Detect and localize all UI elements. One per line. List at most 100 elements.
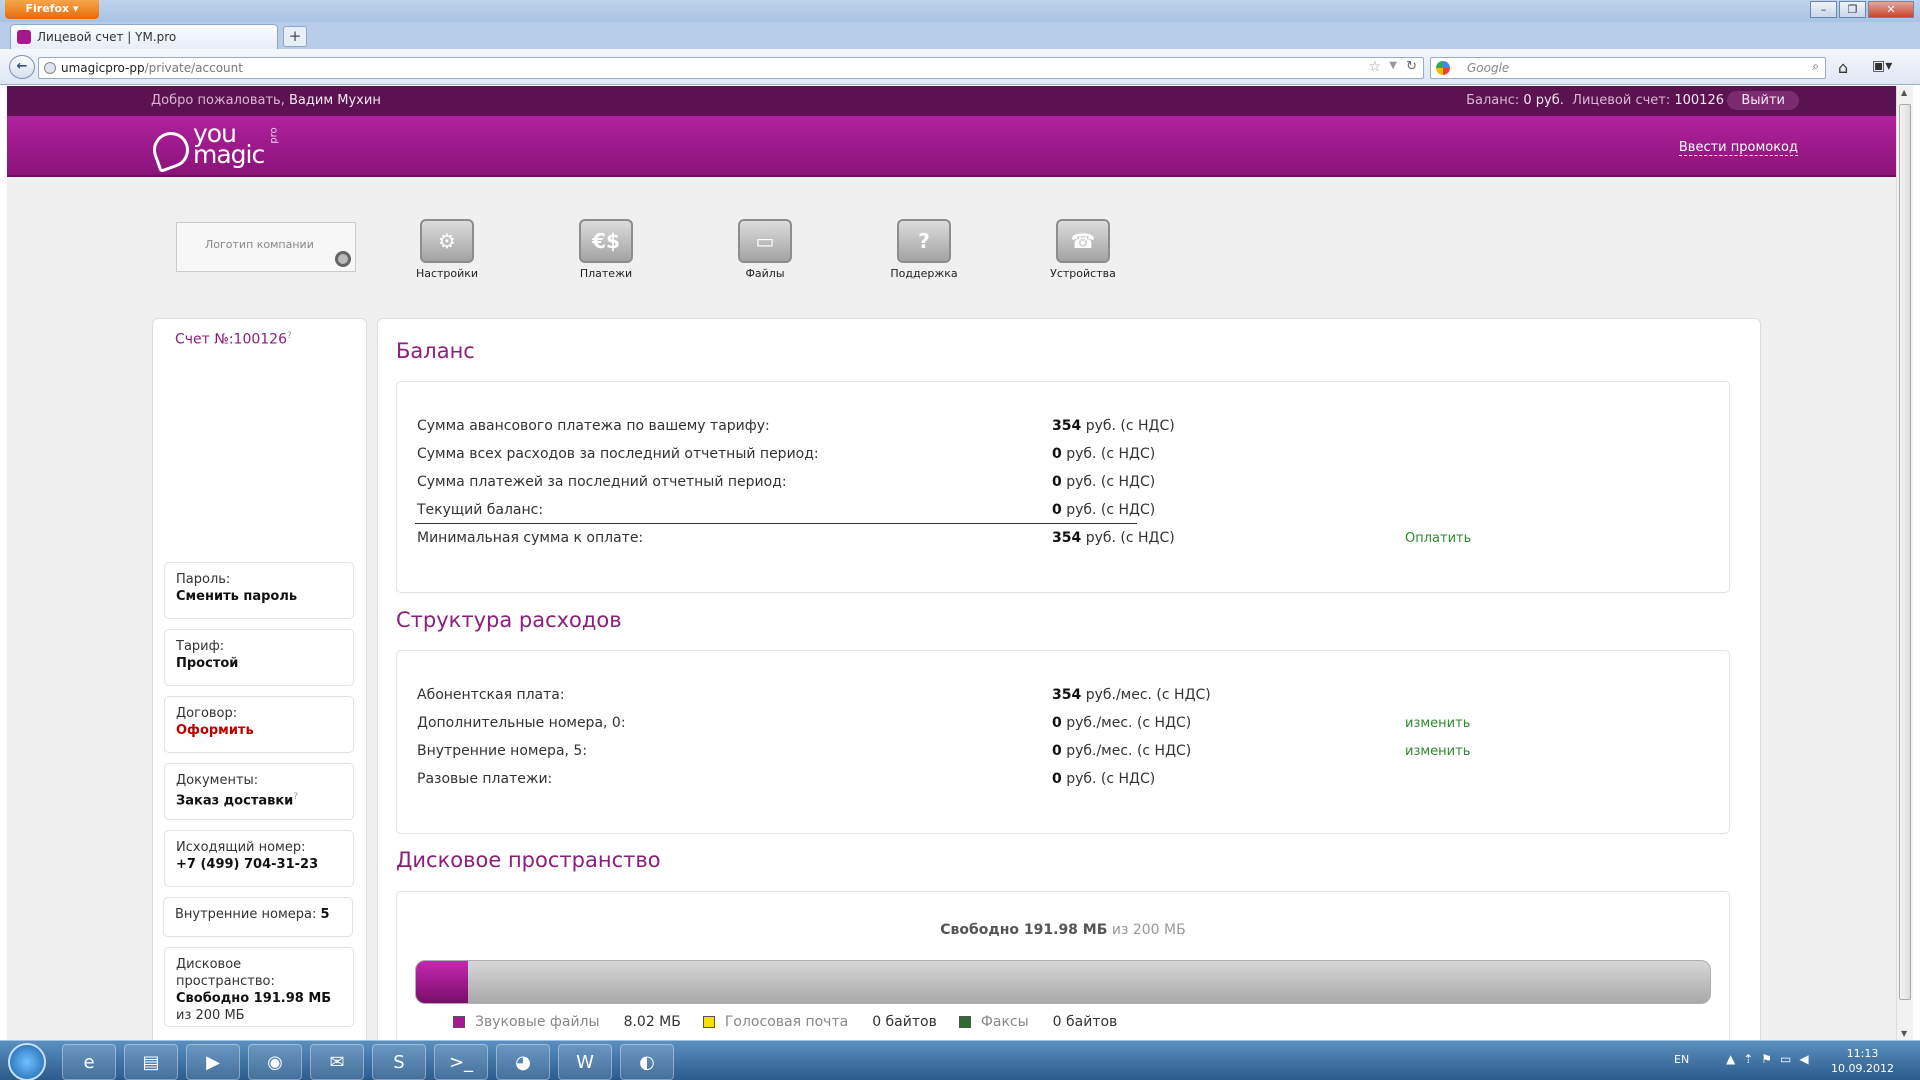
new-tab-button[interactable]: +	[283, 26, 307, 47]
legend-value: 0 байтов	[872, 1014, 937, 1030]
amount-number: 354	[1052, 530, 1082, 546]
disk-free-value: Свободно 191.98 МБ	[176, 991, 332, 1006]
change-password-link[interactable]: Сменить пароль	[176, 588, 342, 605]
change-extra-numbers-link[interactable]: изменить	[1405, 716, 1470, 731]
order-delivery-link[interactable]: Заказ доставки	[176, 793, 293, 808]
expense-row-amount: 354 руб./мес. (с НДС)	[1052, 687, 1211, 703]
terminal-icon[interactable]: >_	[434, 1044, 488, 1080]
system-tray: EN ▲⇡⚑▭◀ 11:13 10.09.2012	[1662, 1041, 1920, 1080]
start-button[interactable]	[8, 1043, 46, 1080]
scroll-up-icon[interactable]: ▲	[1901, 88, 1907, 97]
back-button[interactable]: ←	[9, 55, 35, 79]
search-bar[interactable]: Google ⌕	[1430, 57, 1826, 79]
disk-legend: Звуковые файлы 8.02 МБ Голосовая почта 0…	[453, 1014, 1117, 1030]
scroll-down-icon[interactable]: ▼	[1901, 1029, 1907, 1038]
tab-title: Лицевой счет | YM.pro	[37, 30, 177, 44]
firefox-menu-button[interactable]: Firefox ▾	[5, 0, 99, 19]
devices-phone-icon: ☎	[1056, 219, 1110, 263]
logo-settings-gear-icon[interactable]	[335, 251, 351, 267]
addons-icon[interactable]: ▣▾	[1872, 58, 1892, 74]
settings-gears-icon: ⚙	[420, 219, 474, 263]
amount-number: 0	[1052, 771, 1062, 787]
balance-row-label: Текущий баланс:	[417, 502, 544, 518]
change-internal-numbers-link[interactable]: изменить	[1405, 744, 1470, 759]
documents-label: Документы:	[176, 773, 259, 788]
company-logo-label: Логотип компании	[205, 238, 314, 251]
amount-number: 0	[1052, 715, 1062, 731]
legend-item-fax: Факсы 0 байтов	[958, 1014, 1117, 1030]
disk-card: Свободно 191.98 МБ из 200 МБ Звуковые фа…	[396, 891, 1730, 1040]
legend-item-audio: Звуковые файлы 8.02 МБ	[453, 1014, 681, 1030]
skype-icon[interactable]: S	[372, 1044, 426, 1080]
home-icon[interactable]: ⌂	[1838, 58, 1848, 77]
expense-row-amount: 0 руб. (с НДС)	[1052, 771, 1155, 787]
tab-account[interactable]: Лицевой счет | YM.pro	[10, 24, 278, 49]
amount-unit: руб./мес. (с НДС)	[1066, 715, 1192, 731]
nav-support[interactable]: ? Поддержка	[869, 219, 979, 280]
site-identity-icon[interactable]	[44, 62, 56, 74]
promo-code-link[interactable]: Ввести промокод	[1678, 140, 1798, 156]
help-icon[interactable]: ?	[287, 331, 292, 341]
scrollbar-thumb[interactable]	[1899, 104, 1911, 1000]
url-bar[interactable]: umagicpro-pp/private/account ☆ ▼ ↻	[38, 57, 1424, 79]
mail-icon[interactable]: ✉	[310, 1044, 364, 1080]
search-icon[interactable]: ⌕	[1812, 59, 1819, 74]
password-label: Пароль:	[176, 572, 231, 587]
eclipse-icon[interactable]: ◐	[620, 1044, 674, 1080]
account-value: 100126	[1674, 93, 1724, 108]
logo-text: you magic	[193, 121, 265, 167]
google-engine-icon[interactable]	[1436, 61, 1450, 75]
internet-explorer-icon[interactable]: e	[62, 1044, 116, 1080]
nav-devices[interactable]: ☎ Устройства	[1028, 219, 1138, 280]
delivery-help-icon[interactable]: ?	[293, 792, 298, 802]
company-logo-upload[interactable]: Логотип компании	[176, 222, 356, 272]
page-scrollbar[interactable]: ▲ ▼	[1896, 86, 1913, 1040]
close-window-button[interactable]: ✕	[1868, 1, 1914, 18]
maximize-button[interactable]: ❐	[1839, 1, 1866, 18]
expense-row-amount: 0 руб./мес. (с НДС)	[1052, 715, 1191, 731]
firefox-icon[interactable]: ◉	[248, 1044, 302, 1080]
github-icon[interactable]: ◕	[496, 1044, 550, 1080]
logout-button[interactable]: Выйти	[1727, 91, 1799, 110]
voicemail-swatch	[702, 1016, 715, 1028]
nav-payments[interactable]: €$ Платежи	[551, 219, 661, 280]
url-history-dropdown-icon[interactable]: ▼	[1389, 60, 1397, 71]
minimize-button[interactable]: –	[1810, 1, 1837, 18]
sidebar-item-outgoing-number: Исходящий номер: +7 (499) 704-31-23	[164, 830, 354, 887]
internal-numbers-value[interactable]: 5	[321, 907, 330, 922]
navigation-toolbar: ← umagicpro-pp/private/account ☆ ▼ ↻ Goo…	[0, 49, 1920, 85]
pay-link[interactable]: Оплатить	[1405, 531, 1471, 546]
outgoing-number-value[interactable]: +7 (499) 704-31-23	[176, 856, 342, 873]
documents-value: Заказ доставки?	[176, 789, 342, 809]
balance-row-label: Сумма всех расходов за последний отчетны…	[417, 446, 819, 462]
expense-row-label: Разовые платежи:	[417, 771, 553, 787]
nav-settings[interactable]: ⚙ Настройки	[392, 219, 502, 280]
balance-label: Баланс:	[1466, 93, 1520, 108]
media-player-icon[interactable]: ▶	[186, 1044, 240, 1080]
account-summary: Баланс: 0 руб. Лицевой счет: 100126	[1466, 93, 1724, 108]
amount-number: 0	[1052, 743, 1062, 759]
site-header: you magic pro Ввести промокод	[7, 116, 1896, 177]
tray-icons[interactable]: ▲⇡⚑▭◀	[1726, 1052, 1817, 1066]
account-sidebar: Счет №:100126? Пароль: Сменить пароль Та…	[152, 318, 367, 1040]
welcome-text: Добро пожаловать, Вадим Мухин	[151, 93, 381, 108]
language-indicator[interactable]: EN	[1674, 1053, 1689, 1066]
reload-icon[interactable]: ↻	[1406, 59, 1417, 74]
word-icon[interactable]: W	[558, 1044, 612, 1080]
bookmark-star-icon[interactable]: ☆	[1368, 59, 1381, 75]
file-explorer-icon[interactable]: ▤	[124, 1044, 178, 1080]
sidebar-item-contract: Договор: Оформить	[164, 696, 354, 753]
welcome-prefix: Добро пожаловать,	[151, 93, 285, 108]
window-controls: – ❐ ✕	[1810, 1, 1914, 18]
nav-files[interactable]: ▭ Файлы	[710, 219, 820, 280]
youmagic-logo[interactable]: you magic pro	[147, 120, 280, 174]
logo-heart-icon	[147, 126, 195, 174]
user-strip: Добро пожаловать, Вадим Мухин Баланс: 0 …	[7, 86, 1896, 116]
account-number-text: Счет №:100126	[175, 331, 287, 348]
contract-link[interactable]: Оформить	[176, 722, 342, 739]
outgoing-number-label: Исходящий номер:	[176, 840, 306, 855]
search-placeholder: Google	[1467, 61, 1510, 75]
amount-number: 354	[1052, 687, 1082, 703]
clock[interactable]: 11:13 10.09.2012	[1831, 1046, 1894, 1076]
tariff-value[interactable]: Простой	[176, 655, 342, 672]
